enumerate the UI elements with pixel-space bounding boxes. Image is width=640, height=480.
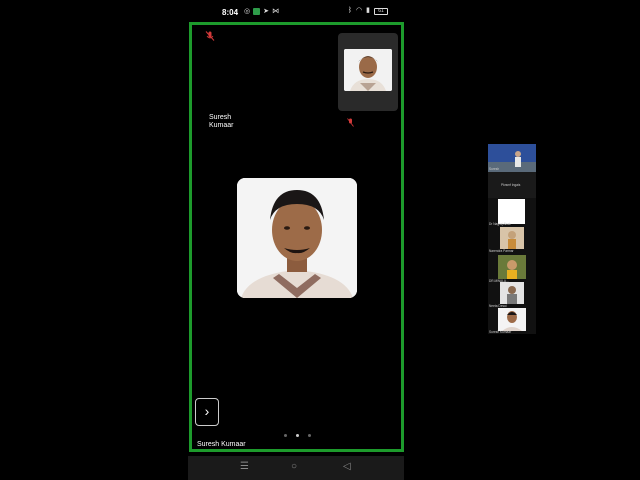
thumbnail-avatar — [344, 49, 392, 91]
menu-icon[interactable]: ☰ — [240, 461, 249, 472]
chevron-right-icon: › — [204, 403, 210, 419]
participant-avatar — [500, 227, 524, 249]
battery-icon: 61 — [374, 7, 388, 15]
gallery-tile[interactable]: Neeta Desai — [488, 282, 536, 308]
meeting-video-area[interactable]: Suresh Kumaar › Suresh Kumaar — [189, 22, 404, 452]
participant-avatar — [498, 199, 525, 224]
gallery-tile[interactable]: DR.MWALA... — [488, 254, 536, 283]
bluetooth-icon: ᛒ — [347, 7, 353, 14]
status-bar: 8:04 ◎ ➤ ⋈ ᛒ ◠ ▮ 61 — [188, 0, 404, 24]
participant-name: Suresh — [489, 167, 500, 171]
page-dot-active[interactable] — [296, 434, 299, 437]
page-dot[interactable] — [308, 434, 311, 437]
gallery-tile[interactable]: Suresh — [488, 144, 536, 172]
next-page-button[interactable]: › — [195, 398, 219, 426]
participant-avatar — [498, 308, 526, 331]
telegram-icon: ➤ — [263, 8, 269, 15]
wifi-icon: ◠ — [356, 7, 363, 14]
thumbnail-muted-icon — [347, 118, 354, 127]
participant-avatar — [500, 282, 524, 304]
meet-icon: ⋈ — [271, 8, 279, 15]
page-indicator — [284, 434, 311, 437]
phone-screen: 8:04 ◎ ➤ ⋈ ᛒ ◠ ▮ 61 Suresh Kumaar › Sure… — [188, 0, 404, 480]
thumbnail-name: Suresh Kumaar — [209, 114, 234, 129]
gallery-tile[interactable]: Suresh Kumaar — [488, 308, 536, 334]
page-dot[interactable] — [284, 434, 287, 437]
android-nav-bar: ☰ ○ ◁ — [188, 456, 404, 480]
microphone-muted-icon — [205, 31, 215, 41]
active-speaker-avatar — [237, 178, 357, 298]
participant-gallery: Suresh Pkrsmf Ingais Dr Nagraj Alrak Nar… — [488, 144, 536, 334]
gallery-tile[interactable]: Pkrsmf Ingais — [488, 172, 536, 198]
participant-name: Narendra Parmar — [489, 249, 514, 253]
participant-name: Suresh Kumaar — [489, 330, 512, 334]
participant-name: Pkrsmf Ingais — [501, 183, 521, 187]
status-time: 8:04 — [222, 8, 239, 17]
notification-icons: ◎ ➤ ⋈ — [244, 8, 279, 16]
signal-icon: ▮ — [366, 7, 370, 14]
active-speaker-name: Suresh Kumaar — [197, 441, 246, 448]
app-notification-icon — [253, 8, 261, 15]
participant-avatar — [498, 255, 526, 279]
gallery-tile[interactable]: Dr Nagraj Alrak — [488, 198, 536, 226]
system-icons: ᛒ ◠ ▮ 61 — [348, 7, 388, 15]
self-view-thumbnail[interactable] — [338, 33, 398, 111]
home-icon[interactable]: ○ — [291, 461, 297, 472]
gallery-tile[interactable]: Narendra Parmar — [488, 226, 536, 254]
whatsapp-icon: ◎ — [244, 8, 251, 15]
back-icon[interactable]: ◁ — [343, 461, 351, 472]
